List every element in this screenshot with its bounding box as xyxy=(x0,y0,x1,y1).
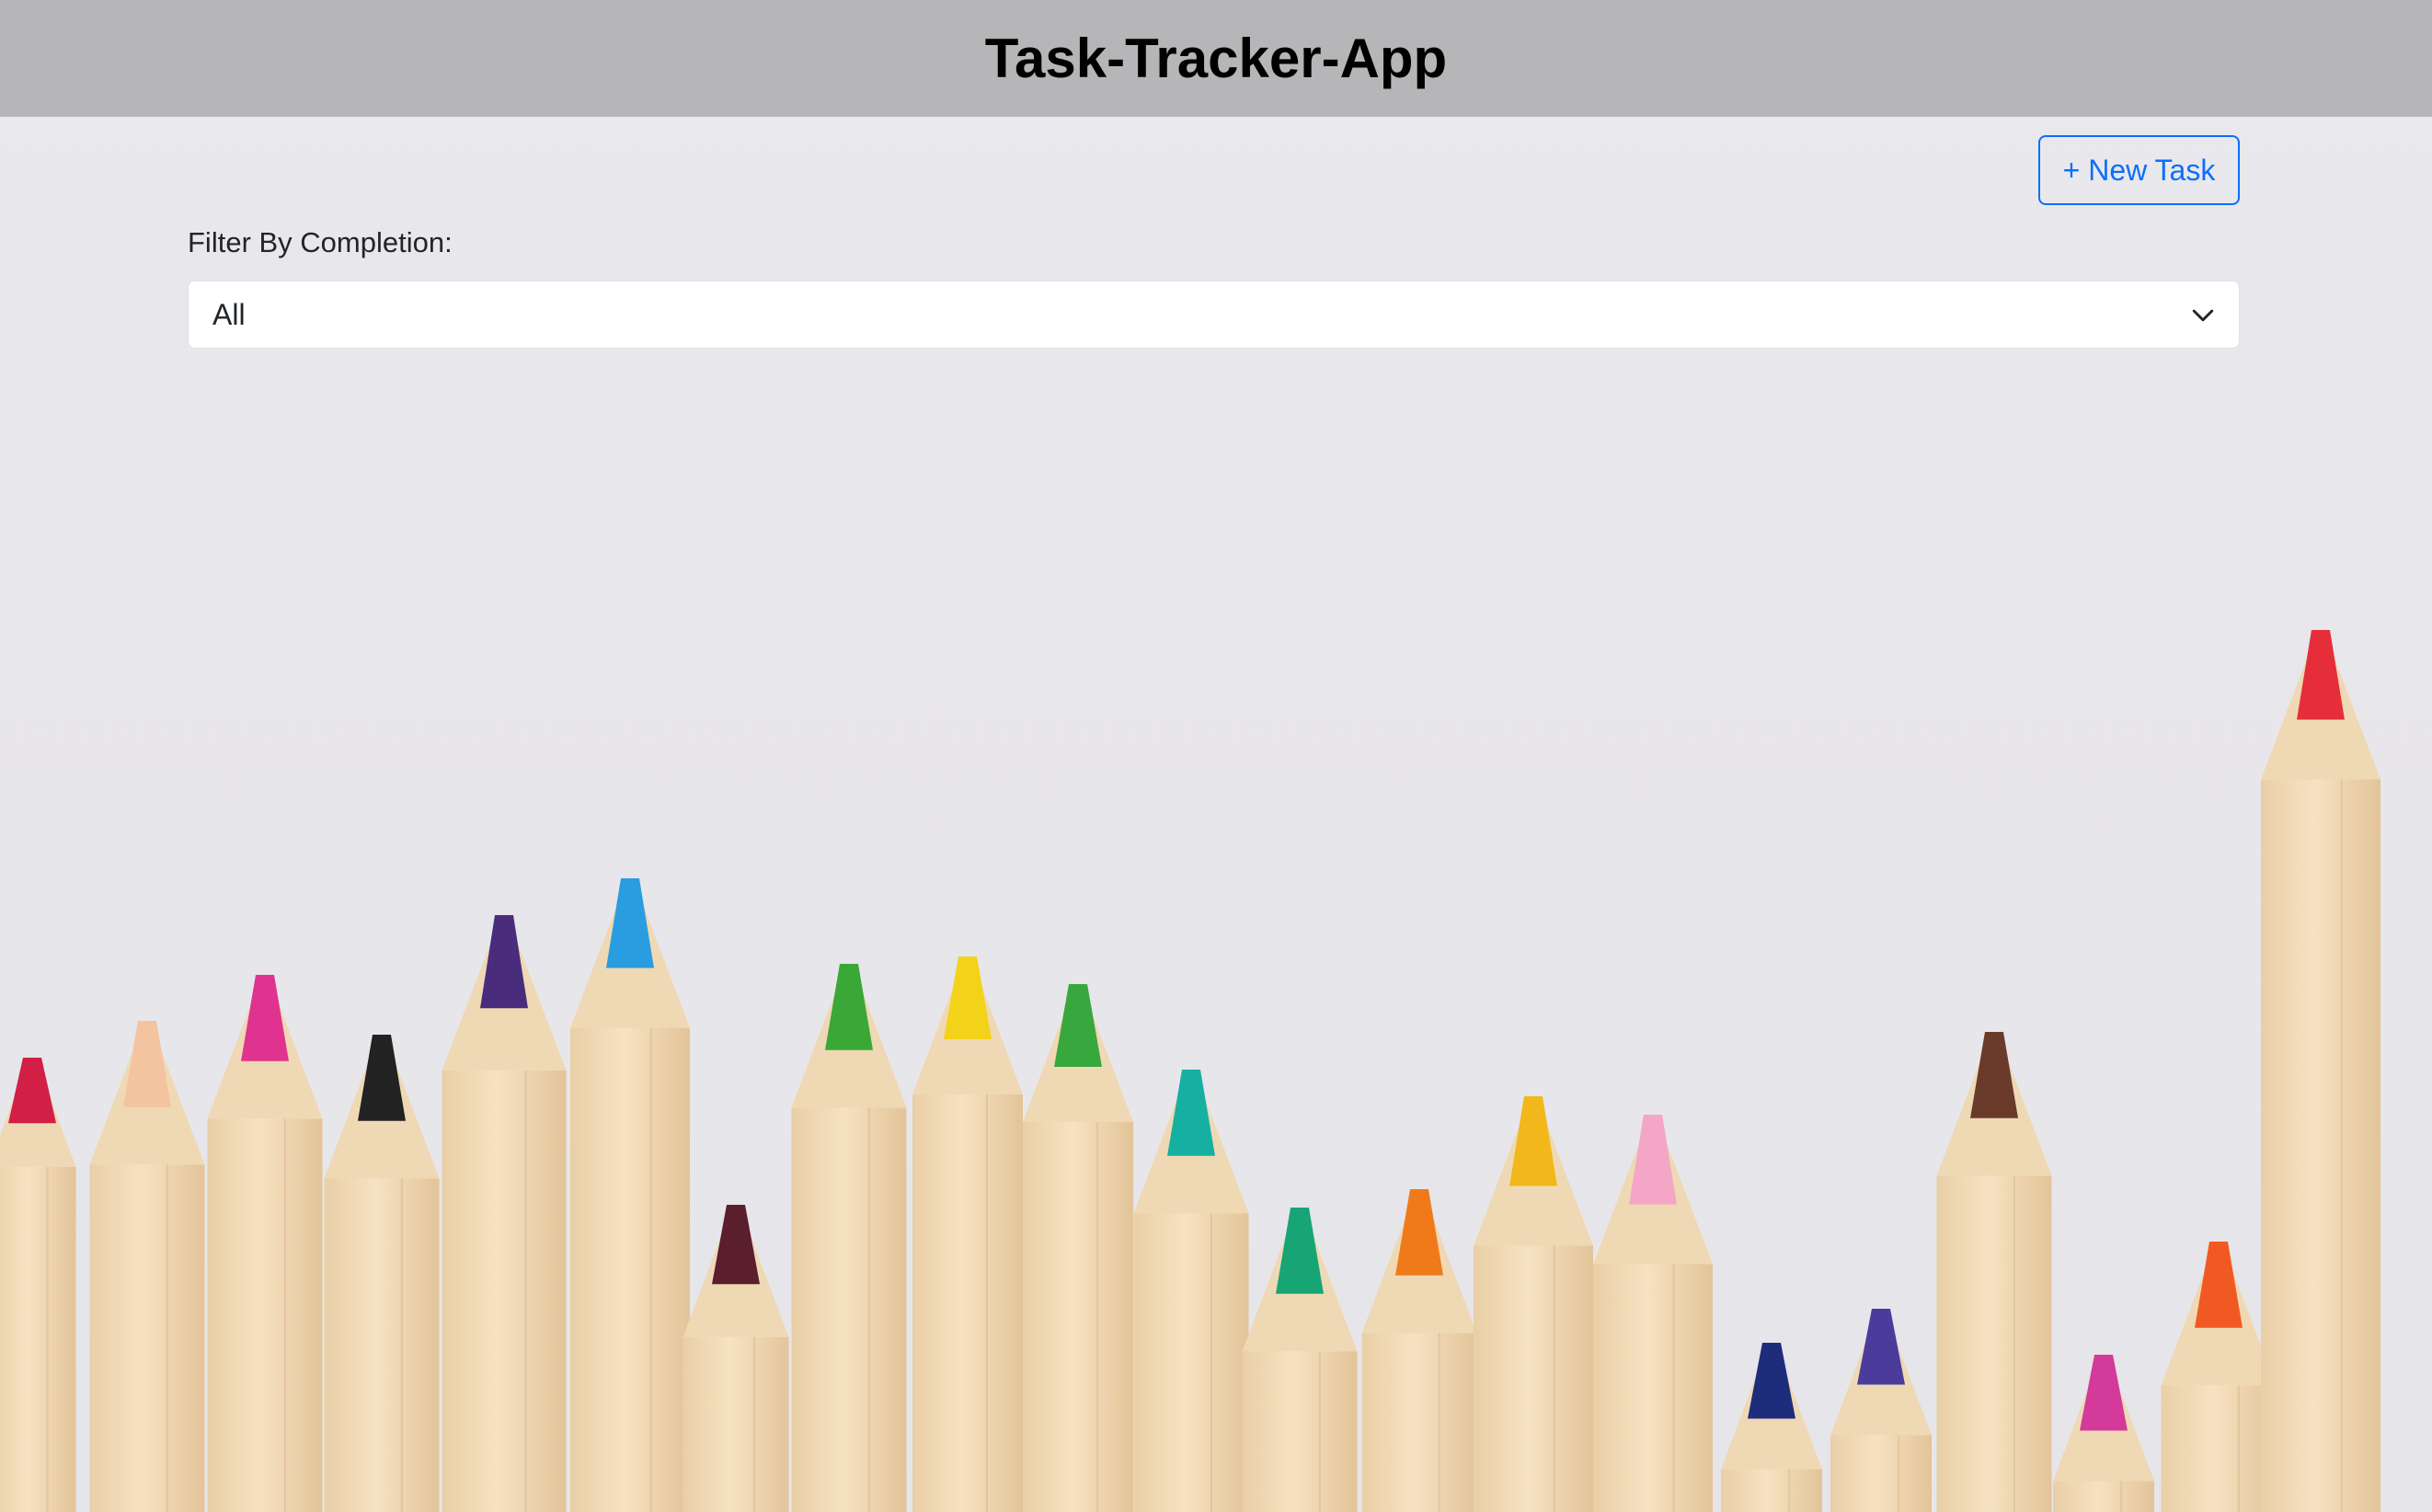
new-task-button[interactable]: + New Task xyxy=(2038,135,2240,205)
filter-label: Filter By Completion: xyxy=(188,226,453,258)
completion-filter-select[interactable]: All xyxy=(188,281,2240,349)
app-header: Task-Tracker-App xyxy=(0,0,2432,117)
filter-selected-value: All xyxy=(212,298,246,331)
chevron-down-icon xyxy=(2192,309,2214,322)
app-title: Task-Tracker-App xyxy=(984,28,1448,89)
